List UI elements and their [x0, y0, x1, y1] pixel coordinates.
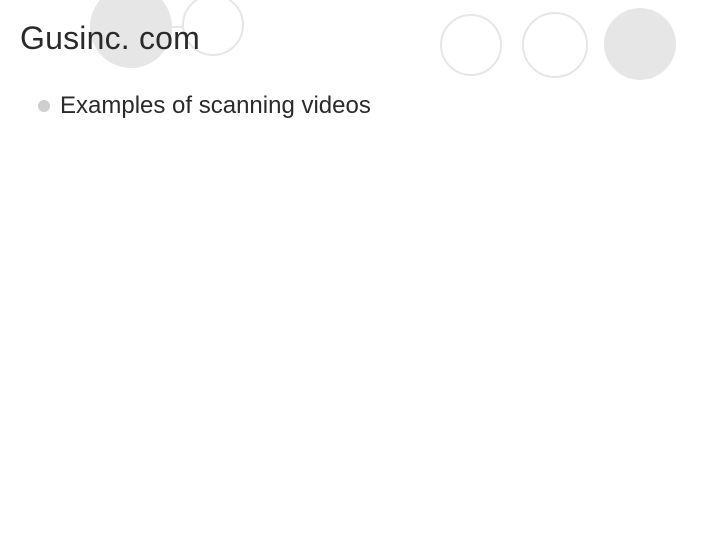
decor-circle: [604, 8, 676, 80]
bullet-text: Examples of scanning videos: [60, 92, 371, 120]
bullet-item: Examples of scanning videos: [38, 92, 371, 120]
slide-title: Gusinc. com: [20, 20, 200, 57]
decor-circle: [522, 12, 588, 78]
bullet-icon: [38, 100, 50, 112]
decor-circle: [440, 14, 502, 76]
